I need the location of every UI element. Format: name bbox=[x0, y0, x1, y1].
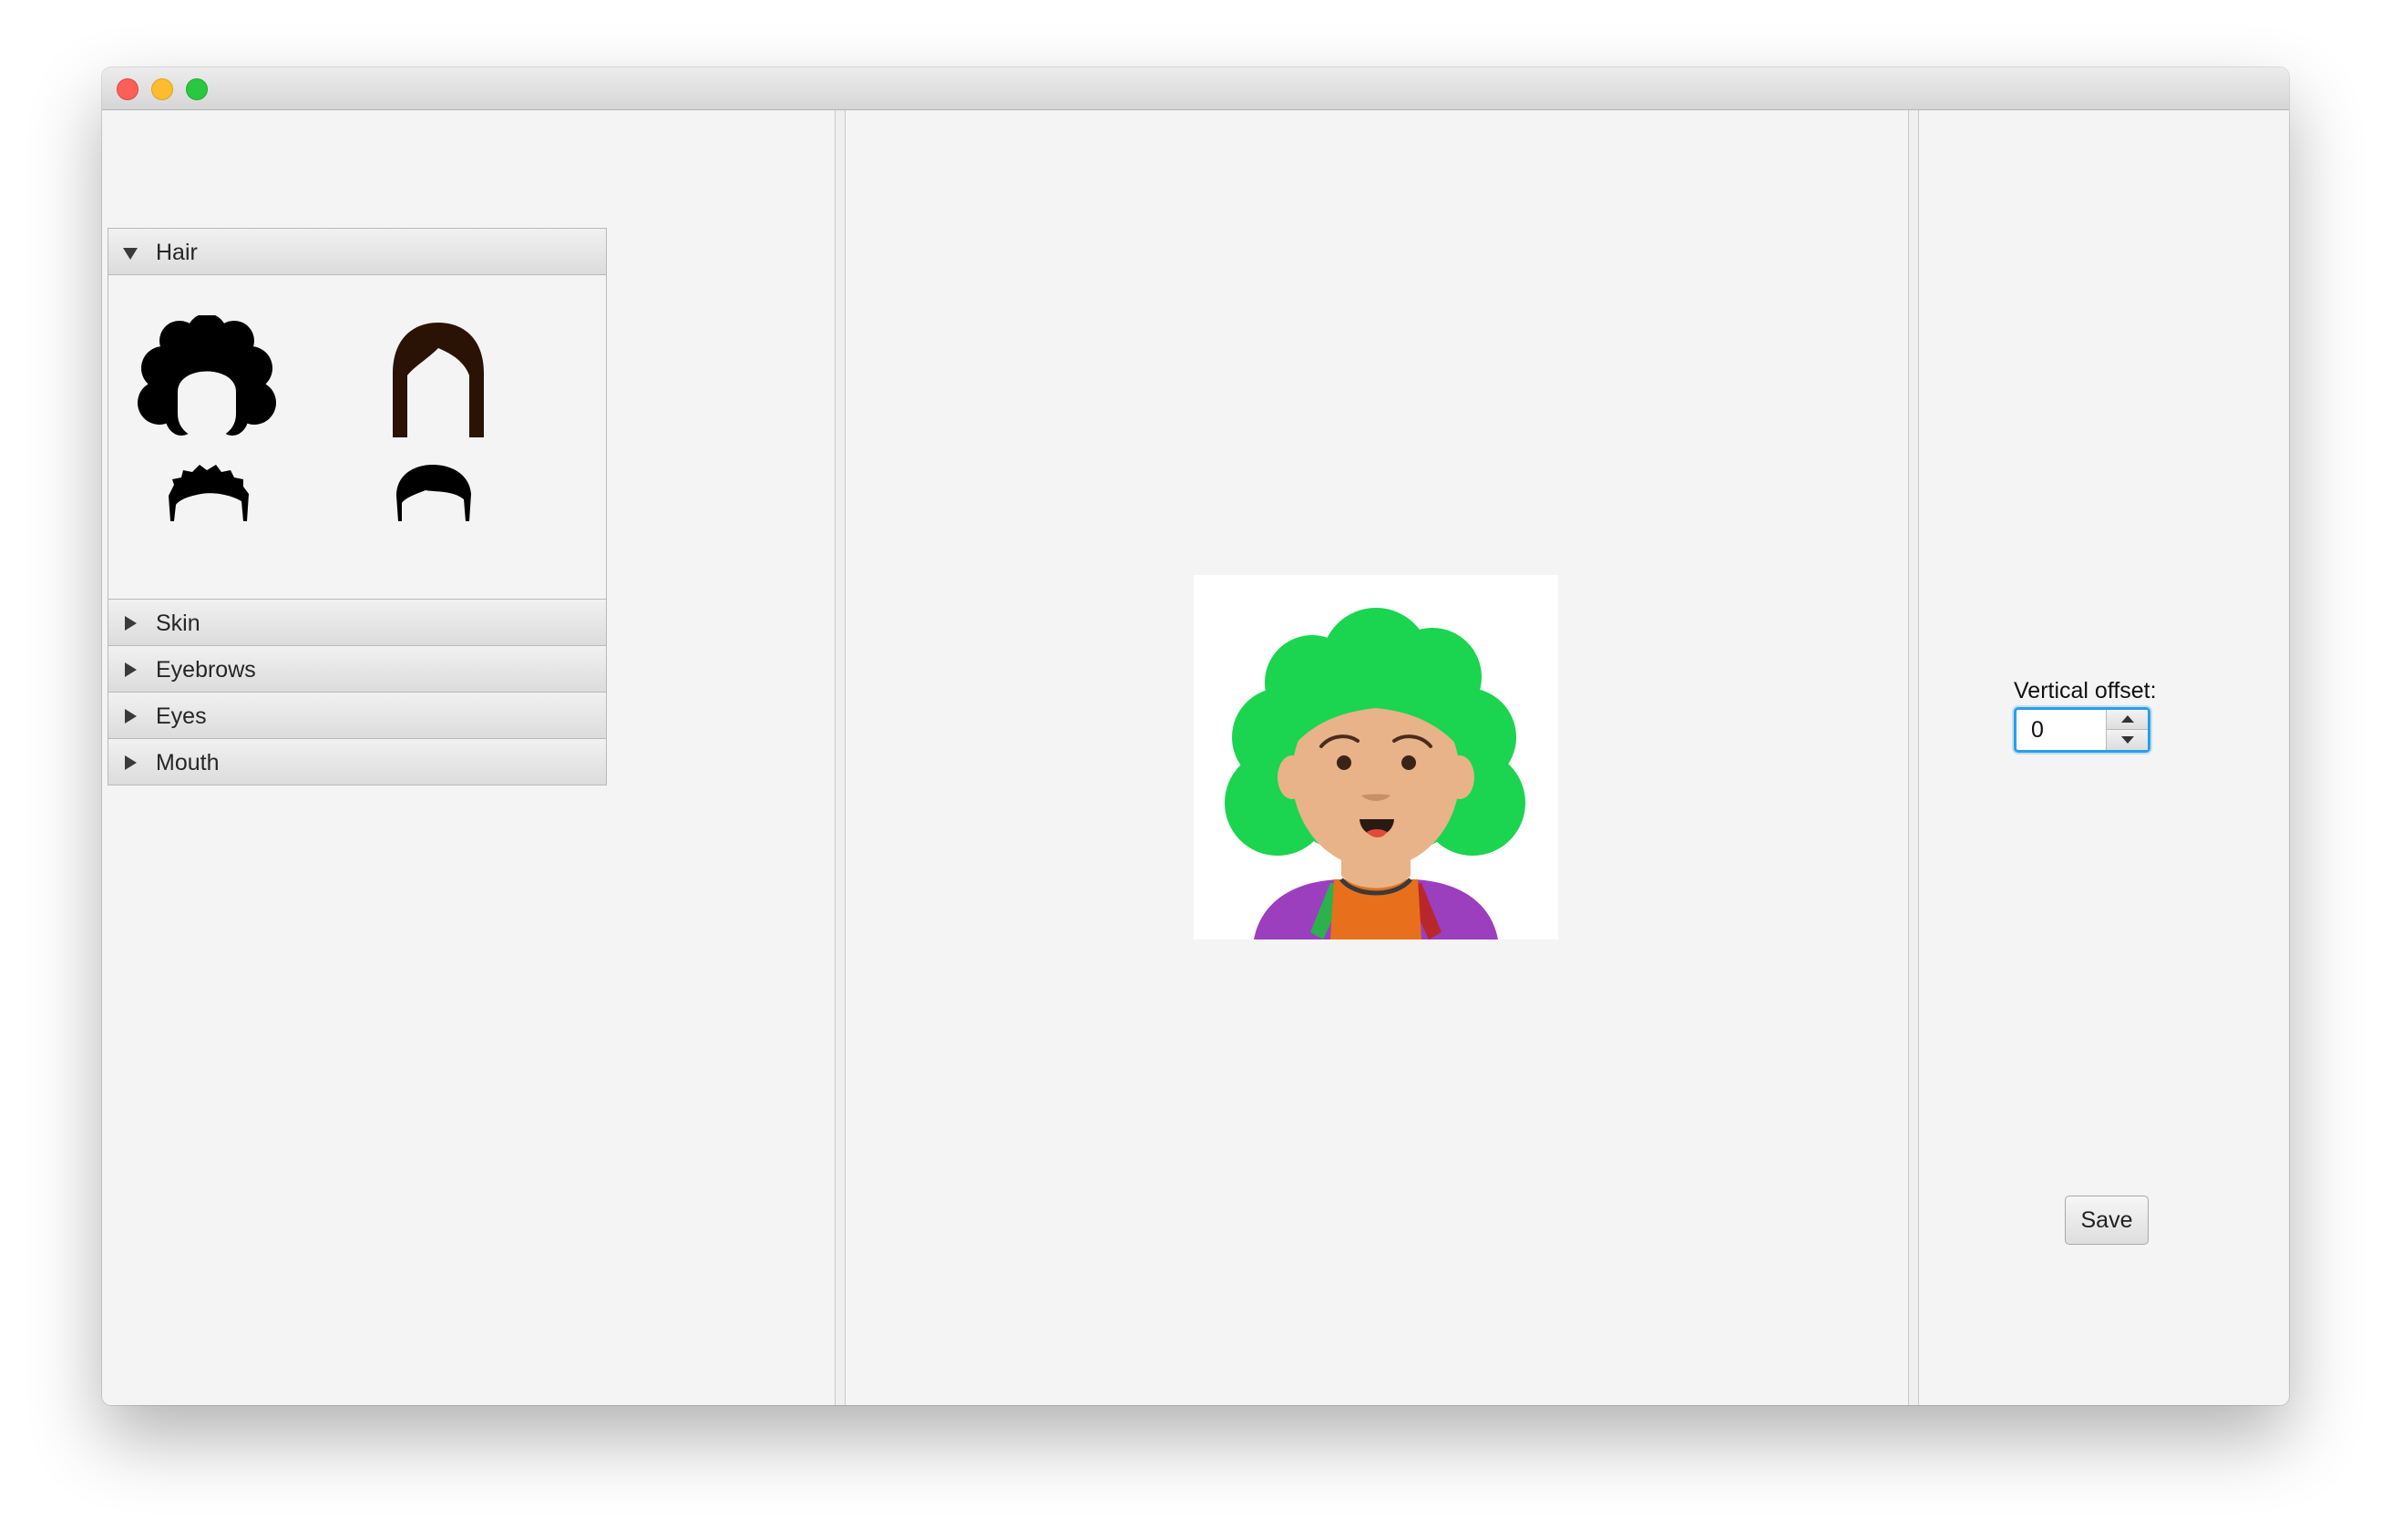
chevron-right-icon bbox=[125, 662, 137, 677]
spinner-buttons bbox=[2106, 710, 2148, 750]
avatar-shirt bbox=[1330, 879, 1421, 939]
chevron-right-icon bbox=[125, 709, 137, 724]
curly-hair-icon[interactable] bbox=[136, 315, 278, 443]
chevron-right-icon bbox=[125, 616, 137, 631]
accordion-label-eyes: Eyes bbox=[156, 703, 207, 729]
accordion-label-eyebrows: Eyebrows bbox=[156, 657, 256, 683]
save-button[interactable]: Save bbox=[2065, 1196, 2149, 1245]
chevron-right-icon bbox=[125, 755, 137, 770]
accordion-label-skin: Skin bbox=[156, 611, 200, 636]
avatar-image bbox=[1225, 608, 1525, 939]
avatar-eye-right bbox=[1401, 755, 1416, 770]
vertical-offset-spinner[interactable] bbox=[2014, 707, 2150, 753]
title-bar bbox=[102, 67, 2289, 110]
accordion-header-eyebrows[interactable]: Eyebrows bbox=[108, 645, 607, 693]
hair-options-panel bbox=[108, 275, 607, 600]
short-hair-icon[interactable] bbox=[393, 463, 475, 523]
chevron-down-icon bbox=[123, 248, 138, 260]
minimize-window-button[interactable] bbox=[151, 78, 173, 100]
accordion-header-mouth[interactable]: Mouth bbox=[108, 738, 607, 785]
vertical-offset-input[interactable] bbox=[2016, 710, 2108, 750]
arrow-up-icon bbox=[2121, 715, 2134, 723]
increment-button[interactable] bbox=[2107, 710, 2148, 730]
avatar-eye-left bbox=[1337, 755, 1351, 770]
accordion-header-hair[interactable]: Hair bbox=[108, 228, 607, 275]
spiky-short-hair-icon[interactable] bbox=[165, 463, 252, 523]
split-pane-divider-right[interactable] bbox=[1908, 110, 1919, 1405]
arrow-down-icon bbox=[2121, 736, 2134, 744]
vertical-offset-label: Vertical offset: bbox=[2014, 678, 2157, 703]
accordion-label-mouth: Mouth bbox=[156, 750, 220, 775]
accordion-header-skin[interactable]: Skin bbox=[108, 599, 607, 646]
avatar-preview bbox=[1194, 575, 1558, 939]
accordion-label-hair: Hair bbox=[156, 240, 198, 265]
long-hair-icon[interactable] bbox=[387, 321, 489, 443]
app-window: Hair Skin Eyebrows Eyes Mouth Vertical o… bbox=[102, 67, 2289, 1405]
zoom-window-button[interactable] bbox=[186, 78, 208, 100]
close-window-button[interactable] bbox=[117, 78, 139, 100]
split-pane-divider-left[interactable] bbox=[835, 110, 846, 1405]
parts-accordion: Hair Skin Eyebrows Eyes Mouth bbox=[108, 228, 607, 785]
accordion-header-eyes[interactable]: Eyes bbox=[108, 692, 607, 739]
parts-pane: Hair Skin Eyebrows Eyes Mouth bbox=[102, 110, 833, 1405]
decrement-button[interactable] bbox=[2107, 730, 2148, 750]
